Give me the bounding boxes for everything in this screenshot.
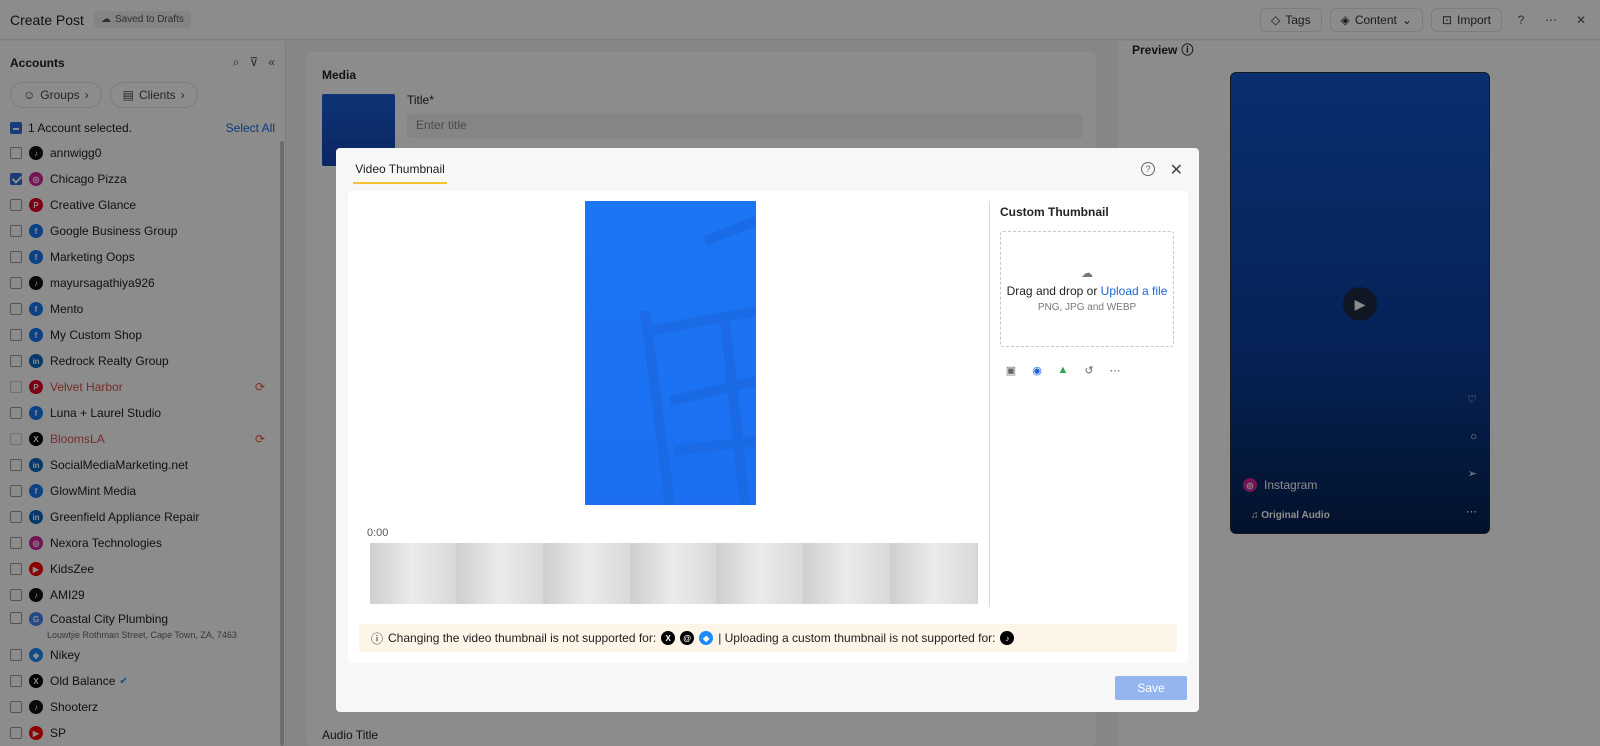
timeline-frame[interactable] (456, 543, 544, 604)
upload-file-link[interactable]: Upload a file (1101, 284, 1168, 298)
video-thumbnail-modal: Video Thumbnail ? ✕ 0:00 Custom Thumbnai… (336, 148, 1199, 712)
media-source-icons: ▣ ◉ ▲ ↺ ⋯ (1004, 363, 1122, 377)
timeline-frame[interactable] (630, 543, 718, 604)
close-icon[interactable]: ✕ (1170, 160, 1183, 180)
tab-video-thumbnail[interactable]: Video Thumbnail (353, 162, 447, 184)
timeline-frame[interactable] (717, 543, 805, 604)
help-icon[interactable]: ? (1141, 162, 1155, 176)
threads-icon: @ (680, 631, 695, 645)
timeline-frame[interactable] (543, 543, 631, 604)
cloud-upload-icon: ☁ (1081, 266, 1093, 280)
tiktok-icon: ♪ (1000, 631, 1015, 645)
thumbnail-dropzone[interactable]: ☁ Drag and drop or Upload a file PNG, JP… (1000, 231, 1174, 347)
notice-text-1: Changing the video thumbnail is not supp… (388, 631, 657, 645)
modal-body: 0:00 Custom Thumbnail ☁ Drag and drop or… (348, 191, 1188, 663)
panel-divider (989, 201, 990, 607)
unsupported-notice: ⓘ Changing the video thumbnail is not su… (359, 624, 1177, 652)
history-icon[interactable]: ↺ (1082, 363, 1096, 377)
video-timeline[interactable] (370, 543, 979, 604)
video-timestamp: 0:00 (367, 527, 389, 539)
timeline-frame[interactable] (891, 543, 979, 604)
map-pattern-graphic (640, 216, 756, 505)
video-preview-frame (585, 201, 756, 505)
canva-icon[interactable]: ◉ (1030, 363, 1044, 377)
bluesky-icon: ◆ (699, 631, 714, 645)
notice-text-2: | Uploading a custom thumbnail is not su… (718, 631, 996, 645)
dropzone-formats: PNG, JPG and WEBP (1037, 302, 1137, 313)
timeline-frame[interactable] (804, 543, 892, 604)
google-drive-icon[interactable]: ▲ (1056, 363, 1070, 377)
save-button[interactable]: Save (1115, 676, 1187, 700)
timeline-frame[interactable] (370, 543, 457, 604)
custom-thumbnail-heading: Custom Thumbnail (1000, 205, 1109, 219)
media-library-icon[interactable]: ▣ (1004, 363, 1018, 377)
more-options-icon[interactable]: ⋯ (1108, 363, 1122, 377)
x-icon: X (661, 631, 676, 645)
info-icon: ⓘ (371, 631, 384, 646)
dropzone-text: Drag and drop or (1006, 284, 1098, 298)
